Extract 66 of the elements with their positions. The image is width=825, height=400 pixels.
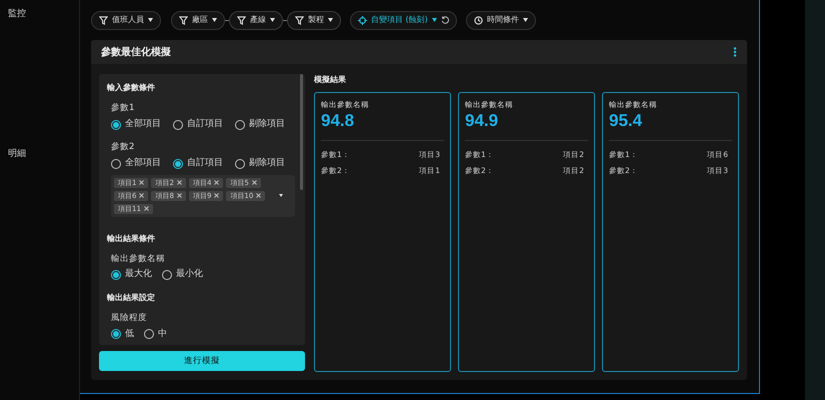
radio-button[interactable] — [111, 120, 121, 130]
param-label: 參數2 — [111, 141, 136, 154]
clock-icon — [474, 16, 483, 24]
filter-chip[interactable]: 製程 — [287, 10, 341, 30]
section-title: 輸出結果條件 — [107, 232, 156, 244]
caret-icon — [212, 18, 217, 22]
remove-icon[interactable] — [176, 180, 182, 185]
radio-option[interactable]: 中 — [144, 328, 167, 341]
radio-option[interactable]: 最小化 — [162, 268, 203, 282]
radio-button[interactable] — [173, 158, 183, 169]
param-label: 參數1 — [111, 102, 136, 115]
param-label: 輸出參數名稱 — [111, 252, 166, 266]
filter-chip[interactable]: 自變項目 (蝕刻) — [350, 10, 457, 30]
remove-icon[interactable] — [144, 206, 149, 211]
filter-icon — [295, 16, 304, 24]
radio-option[interactable]: 最大化 — [111, 268, 152, 282]
caret-icon — [432, 18, 437, 22]
crosshair-icon — [358, 16, 367, 24]
param-label: 風險程度 — [111, 312, 148, 324]
remove-icon[interactable] — [139, 180, 144, 185]
sidebar-item[interactable]: 明細 — [0, 148, 79, 161]
more-icon[interactable] — [733, 47, 737, 57]
filter-chip[interactable]: 廠區 — [171, 10, 225, 30]
radio-option[interactable]: 剔除項目 — [235, 118, 285, 132]
panel-title: 參數最佳化模擬 — [101, 46, 171, 60]
radio-button[interactable] — [235, 120, 245, 130]
caret-icon — [270, 18, 275, 22]
caret-icon — [522, 18, 528, 22]
caret-icon — [148, 18, 153, 22]
remove-icon[interactable] — [214, 180, 220, 185]
radio-button[interactable] — [111, 158, 121, 169]
remove-icon[interactable] — [176, 193, 182, 198]
result-value: 94.8 — [321, 110, 356, 132]
caret-icon — [328, 18, 333, 22]
section-title: 輸入參數條件 — [107, 82, 156, 94]
filter-chip[interactable]: 產線 — [229, 10, 283, 30]
sidebar-item[interactable]: 監控 — [0, 8, 79, 22]
scrollbar[interactable] — [300, 74, 303, 190]
remove-icon[interactable] — [252, 180, 257, 185]
radio-option[interactable]: 全部項目 — [111, 118, 161, 132]
radio-button[interactable] — [111, 329, 121, 340]
caret-icon[interactable] — [279, 194, 283, 197]
radio-button[interactable] — [162, 270, 172, 280]
radio-button[interactable] — [173, 120, 183, 130]
remove-icon[interactable] — [139, 193, 144, 198]
radio-option[interactable]: 全部項目 — [111, 157, 161, 170]
remove-icon[interactable] — [256, 193, 262, 198]
radio-button[interactable] — [111, 270, 121, 280]
result-value: 94.9 — [465, 110, 500, 132]
radio-option[interactable]: 剔除項目 — [235, 157, 285, 170]
radio-button[interactable] — [144, 329, 154, 340]
radio-option[interactable]: 低 — [111, 328, 134, 341]
filter-icon — [99, 16, 108, 24]
result-value: 95.4 — [609, 110, 644, 132]
results-title: 模擬結果 — [314, 74, 347, 86]
section-title: 輸出結果設定 — [107, 292, 156, 304]
filter-chip[interactable]: 值班人員 — [91, 10, 161, 30]
filter-icon — [179, 16, 188, 24]
filter-chip[interactable]: 時間條件 — [466, 10, 536, 30]
remove-icon[interactable] — [214, 193, 220, 198]
filter-icon — [237, 16, 246, 24]
radio-button[interactable] — [235, 158, 245, 169]
radio-option[interactable]: 自訂項目 — [173, 118, 223, 132]
radio-option[interactable]: 自訂項目 — [173, 157, 223, 170]
reset-icon[interactable] — [440, 16, 449, 24]
run-simulation-button[interactable]: 進行模擬 — [99, 351, 305, 371]
